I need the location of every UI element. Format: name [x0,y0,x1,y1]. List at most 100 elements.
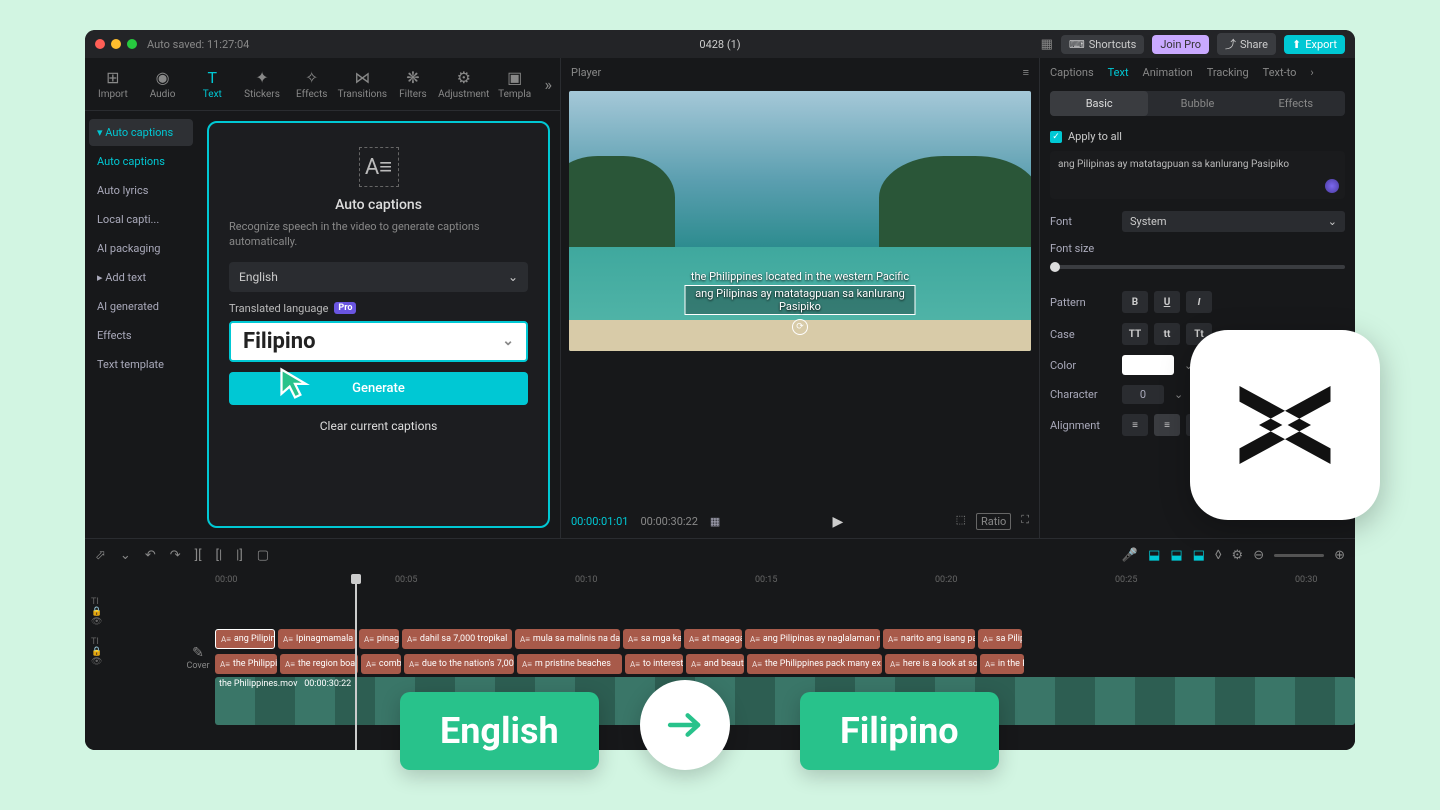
caption-clip[interactable]: A≡here is a look at so [885,654,977,674]
split-tool[interactable]: ][ [195,548,202,563]
caption-clip[interactable]: A≡sa Pilip [978,629,1022,649]
caption-track-1[interactable]: A≡ang PilipinaA≡IpinagmamalaA≡pinagA≡dah… [215,627,1355,649]
share-button[interactable]: ⤴ Share [1217,33,1276,55]
align-center[interactable]: ≡ [1154,414,1180,436]
more-tabs-icon[interactable]: » [540,75,556,94]
sidebar-item-autolyrics[interactable]: Auto lyrics [89,177,193,204]
player-menu-icon[interactable]: ≡ [1023,66,1029,79]
sync-icon[interactable]: ⟳ [792,319,808,335]
caption-clip[interactable]: A≡due to the nation's 7,00 [404,654,514,674]
source-language-select[interactable]: English⌄ [229,262,528,292]
sidebar-item-localcaptions[interactable]: Local capti... [89,206,193,233]
cover-button[interactable]: ✎Cover [183,645,213,671]
tab-text[interactable]: TText [188,64,236,104]
italic-button[interactable]: I [1186,291,1212,313]
caption-text-input[interactable]: ang Pilipinas ay matatagpuan sa kanluran… [1050,151,1345,199]
rtab-textto[interactable]: Text-to [1263,66,1297,79]
pointer-tool[interactable]: ⬀ [95,548,106,563]
subtab-effects[interactable]: Effects [1247,91,1345,116]
zoom-out[interactable]: ⊖ [1253,548,1264,563]
mic-icon[interactable]: 🎤 [1122,548,1138,563]
tab-audio[interactable]: ◉Audio [139,64,187,104]
tab-transitions[interactable]: ⋈Transitions [338,64,387,104]
tab-filters[interactable]: ❋Filters [389,64,437,104]
sidebar-item-aipackaging[interactable]: AI packaging [89,235,193,262]
settings-icon[interactable]: ⚙ [1232,548,1244,563]
caption-clip[interactable]: A≡ang Pilipinas ay naglalaman n [745,629,880,649]
sidebar-item-effects[interactable]: Effects [89,322,193,349]
caption-clip[interactable]: A≡to interestin [625,654,683,674]
font-select[interactable]: System⌄ [1122,211,1345,232]
sidebar-item-aigenerated[interactable]: AI generated [89,293,193,320]
clear-captions-button[interactable]: Clear current captions [229,413,528,439]
color-swatch[interactable] [1122,355,1174,375]
caption-clip[interactable]: A≡the region boa [280,654,358,674]
caption-clip[interactable]: A≡in the P [980,654,1024,674]
caption-clip[interactable]: A≡the Philippi [215,654,277,674]
crop-icon[interactable]: ⬚ [956,513,966,530]
target-language-select[interactable]: Filipino⌄ [229,321,528,362]
tab-templates[interactable]: ▣Templa [491,64,539,104]
caption-clip[interactable]: A≡Ipinagmamala [278,629,356,649]
caption-clip[interactable]: A≡the Philippines pack many ex [747,654,882,674]
case-upper[interactable]: TT [1122,323,1148,345]
tab-import[interactable]: ⊞Import [89,64,137,104]
caption-clip[interactable]: A≡narito ang isang pa [883,629,975,649]
delete-tool[interactable]: ▢ [257,548,269,563]
bold-button[interactable]: B [1122,291,1148,313]
underline-button[interactable]: U [1154,291,1180,313]
rtab-animation[interactable]: Animation [1143,66,1193,79]
playhead[interactable] [355,578,357,750]
generate-button[interactable]: Generate [229,372,528,405]
caption-clip[interactable]: A≡m pristine beaches [517,654,622,674]
caption-clip[interactable]: A≡sa mga kav [623,629,681,649]
window-controls[interactable] [95,39,137,49]
subtab-basic[interactable]: Basic [1050,91,1148,116]
redo-button[interactable]: ↷ [170,548,181,563]
rtab-tracking[interactable]: Tracking [1207,66,1249,79]
grid-icon[interactable]: ▦ [710,515,720,528]
apply-to-all-checkbox[interactable]: ✓Apply to all [1050,130,1345,143]
time-ruler[interactable]: 00:0000:0500:1000:1500:2000:2500:30 [215,571,1355,591]
more-icon[interactable]: › [1310,66,1313,79]
ratio-button[interactable]: Ratio [976,513,1011,530]
video-track[interactable]: the Philippines.mov 00:00:30:22 [215,677,1355,725]
fontsize-slider[interactable] [1050,265,1345,269]
caption-clip[interactable]: A≡dahil sa 7,000 tropikal [402,629,512,649]
video-preview[interactable]: the Philippines located in the western P… [569,91,1031,351]
tab-stickers[interactable]: ✦Stickers [238,64,286,104]
subtitle-line-2[interactable]: ang Pilipinas ay matatagpuan sa kanluran… [685,285,916,315]
fullscreen-icon[interactable]: ⛶ [1021,513,1029,530]
link-icon[interactable]: ⬓ [1170,548,1182,563]
play-button[interactable]: ▶ [833,514,844,530]
character-spacing-input[interactable]: 0 [1122,385,1164,404]
caption-clip[interactable]: A≡comb [361,654,401,674]
magnet-icon[interactable]: ⬓ [1148,548,1160,563]
zoom-in[interactable]: ⊕ [1334,548,1345,563]
undo-button[interactable]: ↶ [145,548,156,563]
caption-track-2[interactable]: A≡the PhilippiA≡the region boaA≡combA≡du… [215,652,1355,674]
tab-effects[interactable]: ✧Effects [288,64,336,104]
shortcuts-button[interactable]: ⌨ Shortcuts [1061,35,1144,54]
caption-clip[interactable]: A≡pinag [359,629,399,649]
rtab-captions[interactable]: Captions [1050,66,1094,79]
export-button[interactable]: ⬆ Export [1284,35,1345,54]
ai-orb-icon[interactable] [1325,179,1339,193]
trim-right[interactable]: |] [236,548,243,563]
sidebar-item-texttemplate[interactable]: Text template [89,351,193,378]
snap-icon[interactable]: ⬓ [1193,548,1205,563]
caption-clip[interactable]: A≡mula sa malinis na da [515,629,620,649]
caption-clip[interactable]: A≡and beaut [686,654,744,674]
layout-icon[interactable]: ▦ [1041,37,1053,52]
case-lower[interactable]: tt [1154,323,1180,345]
tab-adjustment[interactable]: ⚙Adjustment [439,64,489,104]
caption-clip[interactable]: A≡ang Pilipina [215,629,275,649]
zoom-slider[interactable] [1274,554,1324,557]
caption-clip[interactable]: A≡at magaga [684,629,742,649]
rtab-text[interactable]: Text [1108,66,1129,79]
sidebar-item-addtext[interactable]: ▸ Add text [89,264,193,291]
subtab-bubble[interactable]: Bubble [1148,91,1246,116]
trim-left[interactable]: [| [216,548,223,563]
marker-icon[interactable]: ◊ [1215,548,1222,563]
align-left[interactable]: ≡ [1122,414,1148,436]
